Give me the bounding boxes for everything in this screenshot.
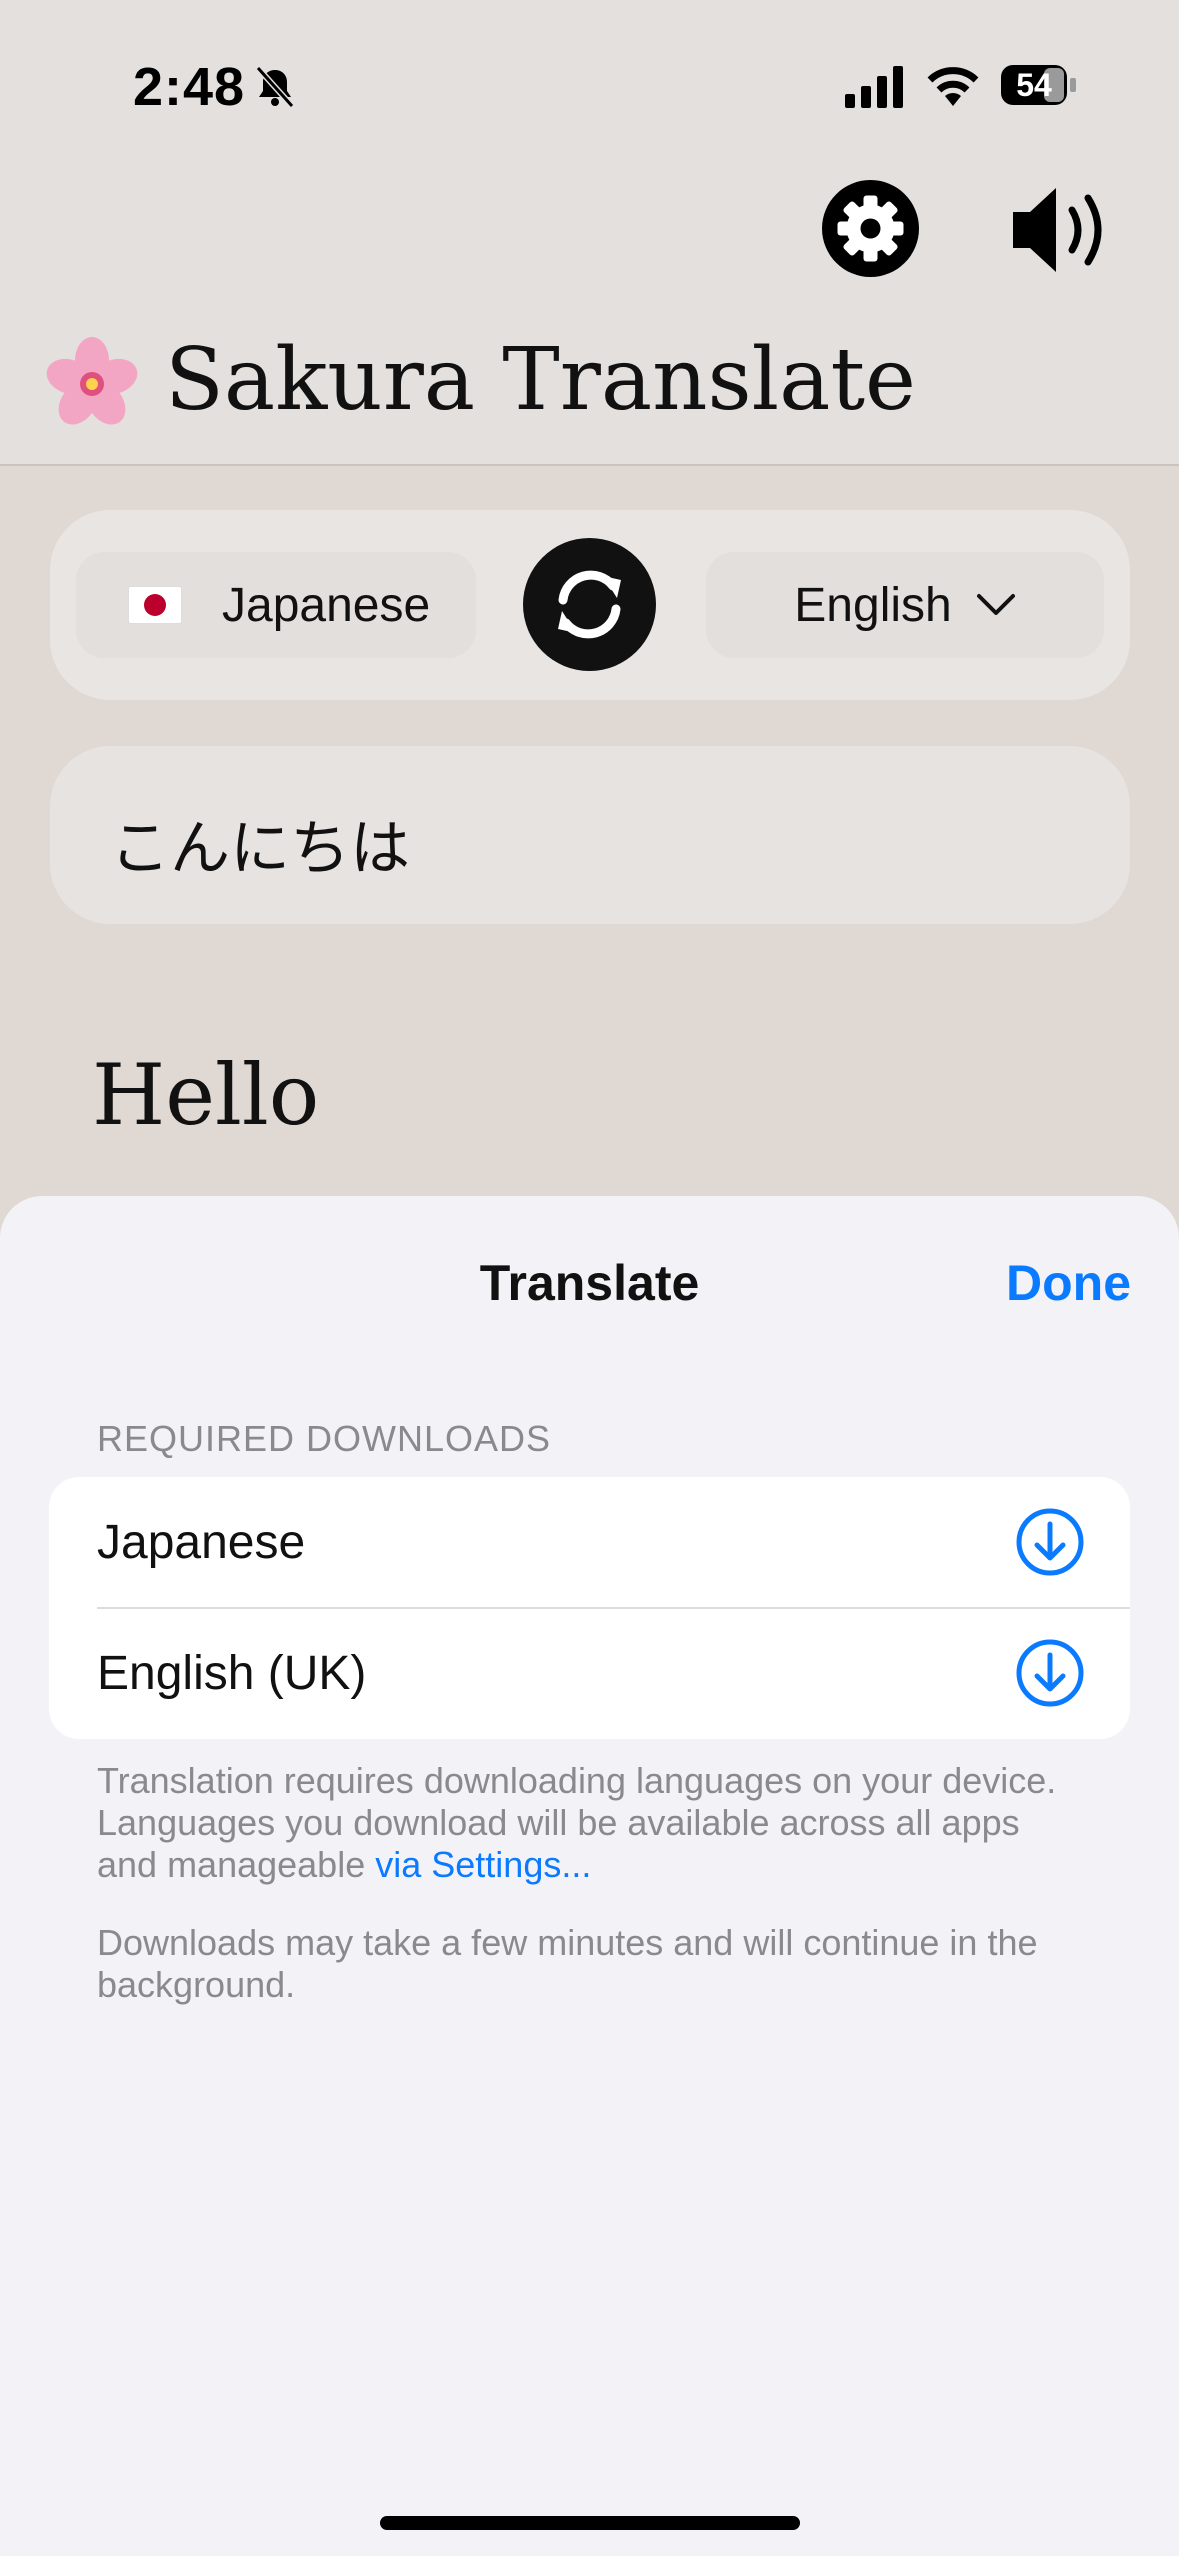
settings-link[interactable]: via Settings... xyxy=(375,1844,591,1885)
status-time: 2:48 xyxy=(133,57,246,117)
swap-arrows-icon xyxy=(558,570,621,639)
swap-languages-button[interactable] xyxy=(523,538,656,671)
downloads-list: Japanese English (UK) xyxy=(49,1477,1130,1739)
background-download-note: Downloads may take a few minutes and wil… xyxy=(97,1922,1038,2005)
target-language-dropdown[interactable]: English xyxy=(706,552,1104,658)
download-row-english-uk[interactable]: English (UK) xyxy=(49,1608,1130,1739)
settings-button[interactable] xyxy=(822,180,919,277)
download-row-japanese[interactable]: Japanese xyxy=(49,1477,1130,1609)
required-downloads-header: REQUIRED DOWNLOADS xyxy=(97,1418,552,1459)
translated-text: Hello xyxy=(92,1046,320,1144)
download-row-label: Japanese xyxy=(97,1516,306,1569)
japan-flag-icon xyxy=(128,586,182,624)
wifi-icon xyxy=(927,67,979,106)
download-icon[interactable] xyxy=(1015,1507,1085,1577)
download-explanation: Translation requires downloading languag… xyxy=(97,1760,1077,1886)
cellular-signal-icon xyxy=(845,66,903,108)
source-text: こんにちは xyxy=(110,814,410,884)
silent-bell-icon xyxy=(255,65,295,109)
source-language-label: Japanese xyxy=(222,578,431,632)
download-row-label: English (UK) xyxy=(97,1647,367,1700)
sheet-title: Translate xyxy=(479,1255,700,1311)
chevron-down-icon xyxy=(976,594,1015,615)
cherry-blossom-icon xyxy=(46,337,138,425)
home-indicator[interactable] xyxy=(380,2516,800,2530)
battery-level: 54 xyxy=(1016,67,1052,103)
app-title: Sakura Translate xyxy=(165,330,916,430)
source-language-button[interactable]: Japanese xyxy=(76,552,476,658)
target-language-label: English xyxy=(794,578,952,632)
download-icon[interactable] xyxy=(1015,1638,1085,1708)
done-button[interactable]: Done xyxy=(1006,1254,1131,1312)
speaker-button[interactable] xyxy=(1008,180,1123,280)
gear-icon xyxy=(837,195,904,262)
speaker-icon xyxy=(1013,188,1102,272)
